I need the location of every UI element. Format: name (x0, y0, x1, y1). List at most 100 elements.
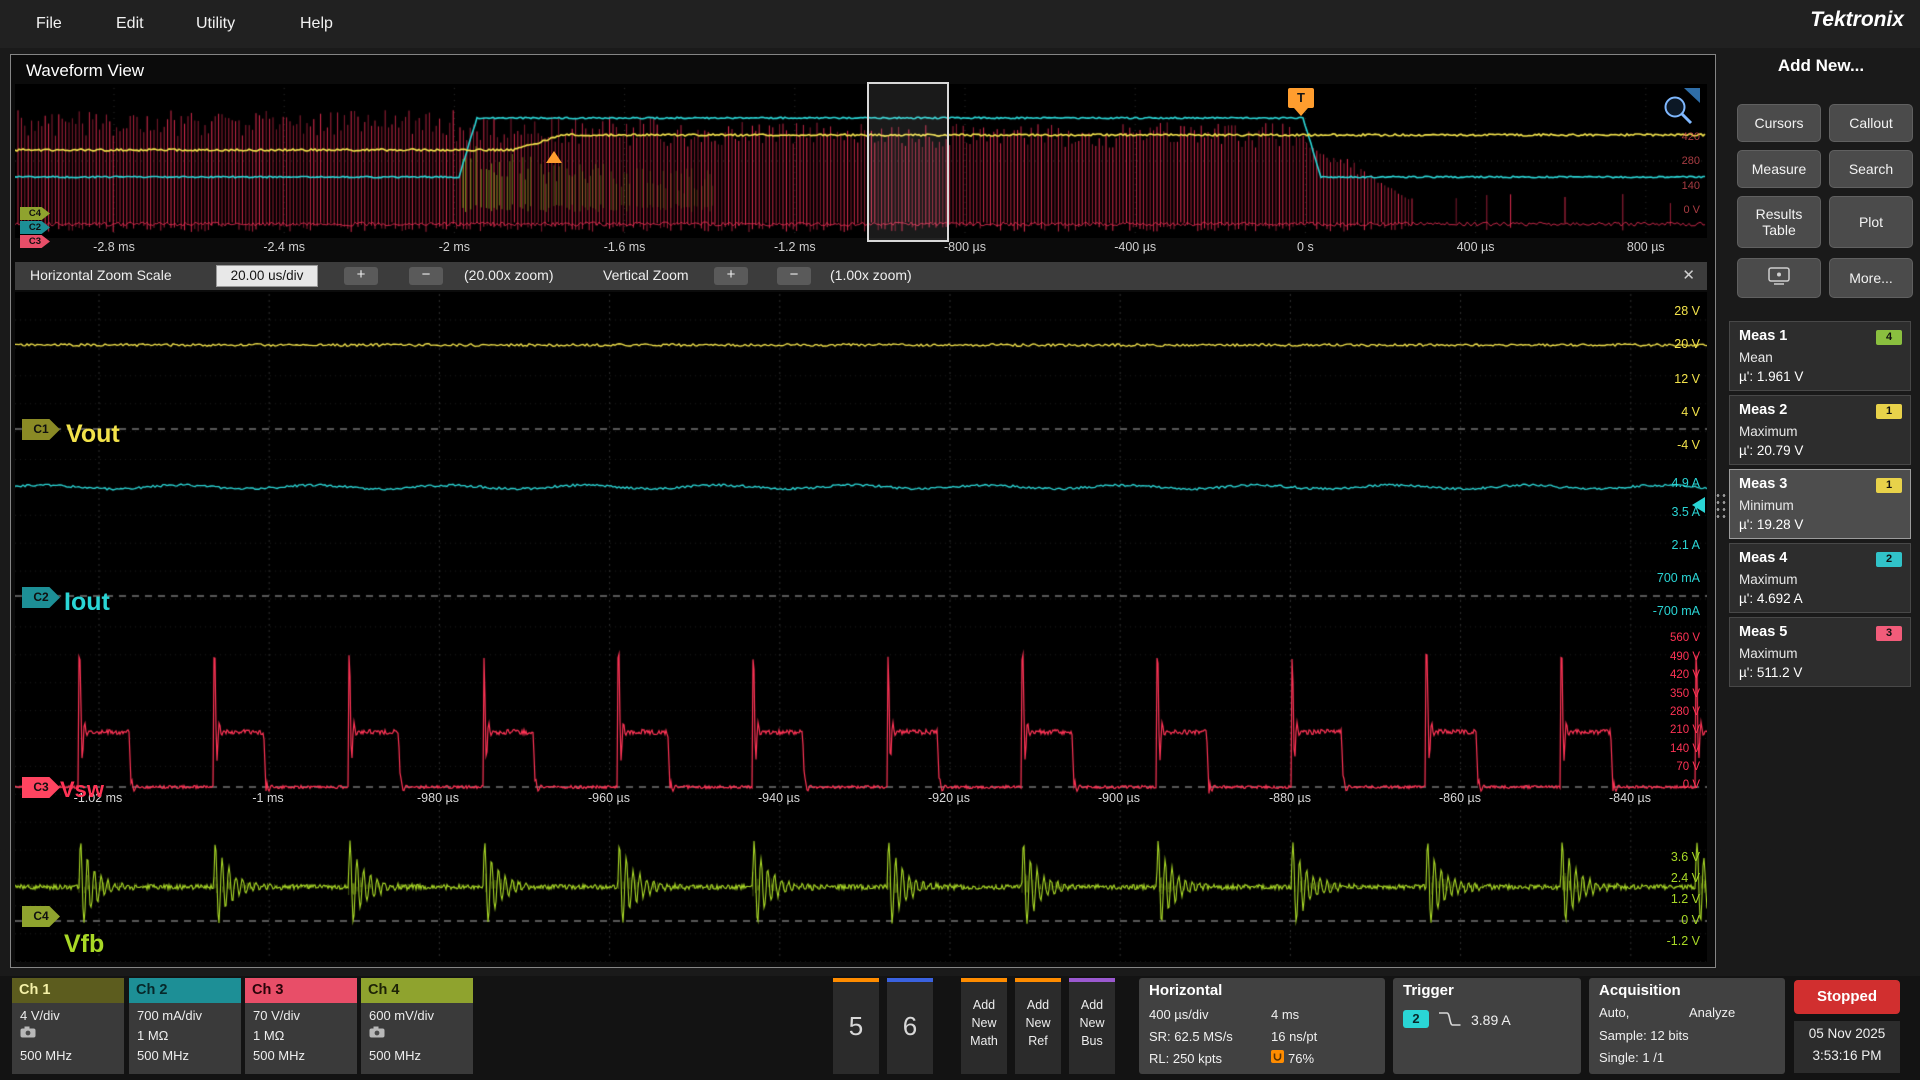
screen-capture-button[interactable] (1737, 258, 1821, 298)
probe-icon (20, 1026, 36, 1041)
trigger-position-flag[interactable]: T (1288, 88, 1314, 108)
measurement-card-5[interactable]: Meas 53Maximumµ': 511.2 V (1729, 617, 1911, 687)
zoom-time-label: -880 µs (1245, 791, 1335, 805)
scale-label-c1: 12 V (1614, 372, 1700, 386)
v-zoom-out-button[interactable]: − (777, 267, 811, 285)
scale-label-c1: 4 V (1614, 405, 1700, 419)
v-zoom-in-button[interactable]: + (714, 267, 748, 285)
channel-bandwidth: 500 MHz (369, 1048, 421, 1063)
overview-time-label: -1.2 ms (750, 240, 840, 254)
add-new-callout-button[interactable]: Callout (1829, 104, 1913, 142)
add-new-ref-button[interactable]: AddNewRef (1015, 978, 1061, 1074)
button-label-line: New (1069, 1016, 1115, 1030)
acquisition-single: Single: 1 /1 (1599, 1050, 1664, 1065)
trigger-position-arrow-icon (1294, 108, 1308, 116)
channel-name-label-vout: Vout (66, 420, 120, 449)
scale-label-c2: 4.9 A (1614, 476, 1700, 490)
oscilloscope-screen: File Edit Utility Help Tektronix Waveform V… (0, 0, 1920, 1080)
zoom-waveform-canvas[interactable] (15, 292, 1707, 962)
measurement-stat: Mean (1739, 350, 1773, 365)
menu-item-edit[interactable]: Edit (116, 0, 144, 48)
panel-title: Waveform View (26, 61, 144, 81)
measurement-value: µ': 1.961 V (1739, 369, 1803, 384)
acquisition-sample-bits: Sample: 12 bits (1599, 1028, 1689, 1043)
zoom-selection-box[interactable] (867, 82, 949, 242)
zoom-scale-bar: Horizontal Zoom Scale 20.00 us/div + − (… (15, 262, 1707, 290)
channel-settings-badge-ch3[interactable]: Ch 370 V/div1 MΩ500 MHz (245, 978, 357, 1074)
channel-header: Ch 1 (12, 978, 124, 1003)
h-zoom-in-button[interactable]: + (344, 267, 378, 285)
horizontal-settings-panel[interactable]: Horizontal 400 µs/div 4 ms SR: 62.5 MS/s… (1139, 978, 1385, 1074)
channel-name-label-iout: Iout (64, 588, 110, 617)
add-new-math-button[interactable]: AddNewMath (961, 978, 1007, 1074)
horizontal-window: 4 ms (1271, 1007, 1299, 1022)
add-new-cursors-button[interactable]: Cursors (1737, 104, 1821, 142)
trigger-title: Trigger (1403, 982, 1454, 999)
measurement-source-badge: 4 (1876, 330, 1902, 345)
button-label-line: New (961, 1016, 1007, 1030)
add-new-measure-button[interactable]: Measure (1737, 150, 1821, 188)
channel-settings-badge-ch4[interactable]: Ch 4600 mV/div500 MHz (361, 978, 473, 1074)
overview-time-label: -2.4 ms (239, 240, 329, 254)
record-length: RL: 250 kpts (1149, 1051, 1222, 1066)
overview-time-label: 400 µs (1431, 240, 1521, 254)
overview-waveform-canvas[interactable] (15, 84, 1707, 238)
acquisition-settings-panel[interactable]: Acquisition Auto, Analyze Sample: 12 bit… (1589, 978, 1785, 1074)
capacity-percent: 76% (1288, 1051, 1314, 1066)
measurement-card-2[interactable]: Meas 21Maximumµ': 20.79 V (1729, 395, 1911, 465)
v-zoom-factor-label: (1.00x zoom) (830, 267, 912, 283)
scale-label-c1: 28 V (1614, 304, 1700, 318)
trigger-source-badge: 2 (1403, 1010, 1429, 1028)
run-stop-status-button[interactable]: Stopped (1794, 980, 1900, 1014)
trigger-level-value: 3.89 A (1471, 1012, 1511, 1028)
horizontal-scale: 400 µs/div (1149, 1007, 1209, 1022)
button-label-line: Math (961, 1034, 1007, 1048)
scale-label-c4: 0 V (1614, 913, 1700, 927)
measurement-value: µ': 4.692 A (1739, 591, 1803, 606)
add-new-search-button[interactable]: Search (1829, 150, 1913, 188)
channel-number-label: 6 (887, 982, 933, 1074)
measurement-card-1[interactable]: Meas 14Meanµ': 1.961 V (1729, 321, 1911, 391)
measurement-value: µ': 19.28 V (1739, 517, 1803, 532)
scale-label-c3: 350 V (1614, 688, 1700, 700)
scale-label-c3: 0 V (1614, 779, 1700, 791)
scale-label-c3: 420 V (1614, 669, 1700, 681)
zoom-overview-icon[interactable] (1658, 86, 1702, 131)
add-new-bus-button[interactable]: AddNewBus (1069, 978, 1115, 1074)
trigger-settings-panel[interactable]: Trigger 2 3.89 A (1393, 978, 1581, 1074)
scale-label-c3: 280 V (1614, 706, 1700, 718)
measurement-card-4[interactable]: Meas 42Maximumµ': 4.692 A (1729, 543, 1911, 613)
capacity-icon (1271, 1050, 1284, 1066)
overview-time-label: 0 s (1260, 240, 1350, 254)
menu-item-utility[interactable]: Utility (196, 0, 235, 48)
zoom-close-button[interactable]: ✕ (1682, 266, 1695, 284)
channel-6-button[interactable]: 6 (887, 978, 933, 1074)
overview-time-label: -1.6 ms (580, 240, 670, 254)
zoom-time-label: -900 µs (1074, 791, 1164, 805)
horizontal-zoom-scale-value[interactable]: 20.00 us/div (216, 265, 318, 287)
channel-settings-badge-ch2[interactable]: Ch 2700 mA/div1 MΩ500 MHz (129, 978, 241, 1074)
add-new-more--button[interactable]: More... (1829, 258, 1913, 298)
measurement-source-badge: 3 (1876, 626, 1902, 641)
h-zoom-out-button[interactable]: − (409, 267, 443, 285)
channel-bandwidth: 500 MHz (20, 1048, 72, 1063)
menu-item-help[interactable]: Help (300, 0, 333, 48)
add-new-plot-button[interactable]: Plot (1829, 196, 1913, 248)
channel-name-label-vsw: Vsw (60, 777, 104, 803)
button-color-stripe (1015, 978, 1061, 982)
tektronix-logo: Tektronix (1810, 8, 1904, 32)
zoom-time-label: -960 µs (564, 791, 654, 805)
scale-label-c1: 20 V (1614, 337, 1700, 351)
scale-label-c2: -700 mA (1614, 604, 1700, 618)
channel-5-button[interactable]: 5 (833, 978, 879, 1074)
sample-resolution: 16 ns/pt (1271, 1029, 1317, 1044)
measurement-card-3[interactable]: Meas 31Minimumµ': 19.28 V (1729, 469, 1911, 539)
scale-label-c4: -1.2 V (1614, 934, 1700, 948)
add-new-results-table-button[interactable]: Results Table (1737, 196, 1821, 248)
overview-time-label: -400 µs (1090, 240, 1180, 254)
vertical-zoom-label: Vertical Zoom (603, 267, 689, 283)
channel-settings-badge-ch1[interactable]: Ch 14 V/div500 MHz (12, 978, 124, 1074)
menu-item-file[interactable]: File (36, 0, 62, 48)
measurement-name: Meas 3 (1739, 476, 1787, 492)
drag-handle[interactable] (1715, 492, 1726, 520)
